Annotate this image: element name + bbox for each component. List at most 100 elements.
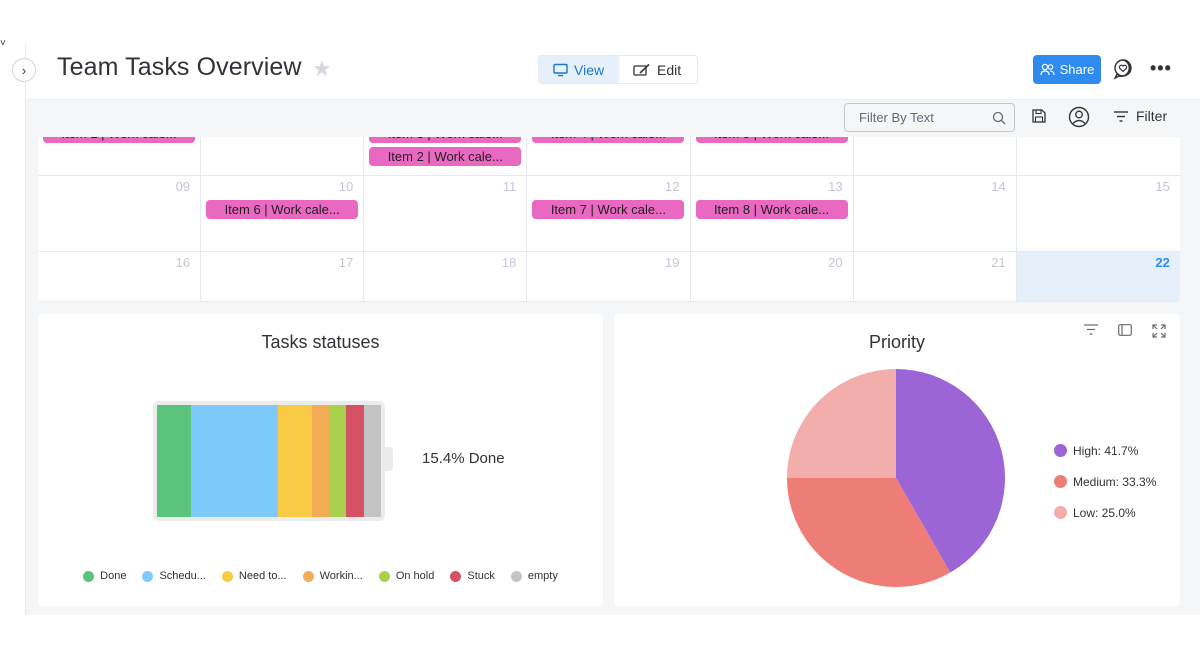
calendar-day[interactable] [854,137,1017,175]
calendar-event[interactable]: Item 1 | Work cale... [43,137,195,143]
legend-color-dot [378,570,390,582]
edit-pencil-icon [633,63,650,76]
calendar-day[interactable]: 17 [201,252,365,301]
calendar-day[interactable]: 14 [854,176,1017,251]
battery-segment-workin[interactable] [312,405,330,517]
calendar-event[interactable]: Item 8 | Work cale... [695,200,848,219]
calendar-day[interactable]: Item 5 | Work cale... [691,137,854,175]
people-icon [1040,63,1055,76]
calendar-day[interactable]: Item 3 | Work cale... Item 2 | Work cale.… [364,137,528,175]
feedback-heart-icon[interactable] [1112,58,1134,80]
calendar-day[interactable]: Item 4 | Work cale... [527,137,691,175]
expand-sidebar-button[interactable]: › [12,58,36,82]
calendar-day[interactable]: 12 Item 7 | Work cale... [527,176,691,251]
day-number: 21 [991,255,1006,270]
day-number: 13 [828,179,843,194]
legend-item[interactable]: Need to... [221,570,287,582]
save-disk-icon[interactable] [1031,108,1047,124]
pie-slice-low[interactable] [787,369,896,478]
day-number: 15 [1155,179,1170,194]
calendar-day[interactable]: 21 [854,252,1017,301]
day-number: 09 [175,179,191,194]
status-legend: Done Schedu... Need to... Workin... On hold S… [38,570,603,582]
calendar-day[interactable]: Item 1 | Work cale... [38,137,202,175]
legend-item[interactable]: High: 41.7% [1054,444,1156,458]
legend-label: On hold [395,570,435,582]
legend-item[interactable]: Workin... [302,570,363,582]
edit-button[interactable]: Edit [619,56,695,83]
calendar-day[interactable]: 20 [691,252,854,301]
battery-segment-done[interactable] [157,405,192,517]
status-battery [153,401,385,521]
calendar-day[interactable]: 19 [527,252,691,301]
battery-segment-onhold[interactable] [329,405,347,517]
corner-mark: ˅ [0,38,6,49]
legend-item[interactable]: Medium: 33.3% [1054,475,1156,489]
tasks-statuses-title: Tasks statuses [261,332,380,352]
view-label: View [574,61,605,78]
day-number: 20 [828,255,843,270]
day-number: 14 [991,179,1006,194]
chevron-right-icon: › [21,62,27,78]
filter-lines-icon [1114,110,1128,122]
calendar-day[interactable] [1017,137,1180,175]
share-button[interactable]: Share [1033,55,1101,84]
done-percentage-label: 15.4% Done [422,450,505,467]
legend-label: Done [100,570,127,582]
calendar-day[interactable]: 10 Item 6 | Work cale... [201,176,365,251]
view-edit-toggle: View Edit [538,55,698,84]
legend-label: Schedu... [159,570,206,582]
star-favorite-icon[interactable]: ★ [312,56,332,82]
calendar-event[interactable]: Item 4 | Work cale... [532,137,685,143]
legend-item[interactable]: Stuck [450,570,495,582]
calendar-day[interactable]: 18 [364,252,528,301]
day-number: 10 [338,179,354,194]
calendar-event[interactable]: Item 6 | Work cale... [206,200,359,219]
page-title: Team Tasks Overview [57,53,302,81]
calendar-day[interactable]: 11 [364,176,528,251]
day-number: 17 [338,255,354,270]
legend-item[interactable]: Done [83,570,126,582]
legend-label: Low: 25.0% [1073,505,1136,520]
legend-item[interactable]: On hold [378,570,435,582]
filter-button[interactable]: Filter [1114,108,1167,124]
legend-item[interactable]: empty [510,570,558,582]
legend-color-dot [302,570,314,582]
legend-color-dot [221,570,233,582]
day-number: 11 [502,179,517,194]
calendar-day[interactable]: 15 [1017,176,1180,251]
filter-placeholder: Filter By Text [859,110,934,125]
calendar-event[interactable]: Item 5 | Work cale... [695,137,848,143]
legend-color-dot [83,570,95,582]
battery-segment-empty[interactable] [363,405,381,517]
legend-label: empty [527,570,558,582]
legend-item[interactable]: Schedu... [142,570,206,582]
calendar-day-today[interactable]: 22 [1016,252,1180,301]
battery-segments [157,405,381,517]
calendar-day[interactable]: 09 [38,176,202,251]
calendar-event[interactable]: Item 7 | Work cale... [532,200,685,219]
more-options-icon[interactable]: ••• [1150,58,1172,79]
calendar-week-row: 16 17 18 19 20 21 22 [38,252,1180,302]
calendar-day[interactable]: 13 Item 8 | Work cale... [691,176,854,251]
view-button[interactable]: View [539,56,619,83]
filter-by-text-input[interactable]: Filter By Text [844,103,1015,132]
calendar-event[interactable]: Item 3 | Work cale... [369,137,522,143]
share-label: Share [1059,62,1095,77]
legend-color-dot [1054,475,1067,488]
tasks-statuses-widget: Tasks statuses 15.4% Done Done Schedu... N… [38,314,603,606]
battery-segment-stuck[interactable] [346,405,364,517]
day-number: 19 [665,255,680,270]
calendar-event[interactable]: Item 2 | Work cale... [369,147,522,166]
day-number: 16 [175,255,191,270]
legend-item[interactable]: Low: 25.0% [1054,505,1156,520]
search-icon[interactable] [984,111,1014,125]
person-filter-icon[interactable] [1068,106,1090,128]
priority-legend: High: 41.7% Medium: 33.3% Low: 25.0% [1054,444,1156,537]
legend-color-dot [510,570,522,582]
legend-color-dot [450,570,462,582]
calendar-day[interactable] [201,137,365,175]
calendar-day[interactable]: 16 [38,252,202,301]
battery-segment-schedu[interactable] [191,405,278,517]
battery-segment-needto[interactable] [277,405,313,517]
